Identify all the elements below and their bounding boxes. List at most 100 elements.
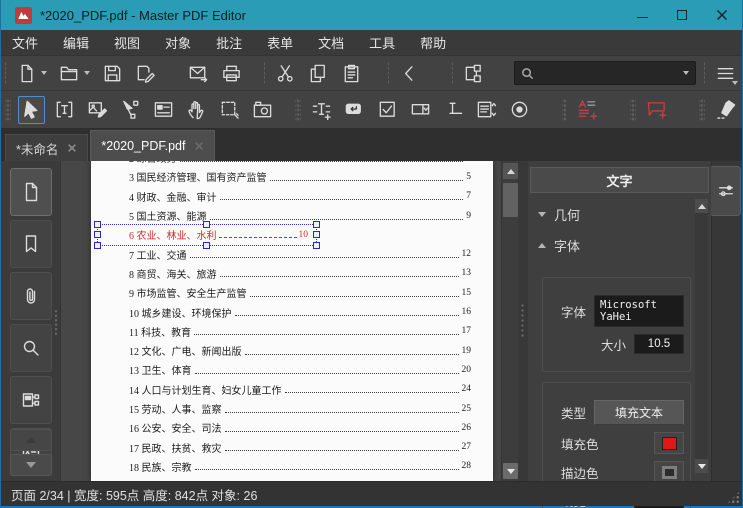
grip-handle[interactable] bbox=[452, 62, 453, 84]
back-button[interactable] bbox=[396, 59, 423, 87]
sidebar-attachments-button[interactable] bbox=[10, 272, 52, 320]
grip-handle[interactable] bbox=[704, 62, 705, 84]
toc-page-number: 16 bbox=[462, 307, 472, 317]
grip-handle[interactable] bbox=[5, 62, 6, 84]
selection-handle[interactable] bbox=[94, 231, 101, 238]
fill-color-button[interactable] bbox=[654, 432, 684, 454]
menu-item[interactable]: 文档 bbox=[311, 30, 351, 55]
panel-scroll-down-button[interactable] bbox=[695, 459, 708, 473]
add-radio-button[interactable] bbox=[506, 96, 533, 124]
menu-item[interactable]: 工具 bbox=[362, 30, 402, 55]
panel-scroll-up-button[interactable] bbox=[695, 199, 708, 213]
properties-tab[interactable] bbox=[711, 166, 741, 216]
tab-close-icon[interactable] bbox=[67, 143, 77, 153]
paste-button[interactable] bbox=[338, 59, 365, 87]
resize-grip-handle[interactable] bbox=[727, 491, 740, 504]
window-controls bbox=[622, 0, 742, 30]
annot-text-button[interactable] bbox=[574, 96, 601, 124]
selection-handle[interactable] bbox=[94, 242, 101, 249]
tab-close-icon[interactable] bbox=[194, 141, 204, 151]
cut-button[interactable] bbox=[272, 59, 299, 87]
edit-image-button[interactable] bbox=[84, 96, 111, 124]
scroll-down-button[interactable] bbox=[503, 463, 518, 479]
selected-text-object[interactable]: 6 农业、林业、水利10 bbox=[98, 225, 316, 245]
grip-handle[interactable] bbox=[506, 62, 507, 84]
minimize-button[interactable] bbox=[622, 0, 662, 30]
sidebar-scroll-up-button[interactable] bbox=[10, 429, 52, 451]
add-text-field-button[interactable] bbox=[308, 96, 335, 124]
menu-item[interactable]: 对象 bbox=[158, 30, 198, 55]
sidebar-pages-button[interactable] bbox=[10, 168, 52, 216]
copy-button[interactable] bbox=[305, 59, 332, 87]
pdf-page[interactable]: 2 综合政务33 国民经济管理、国有资产监管54 财政、金融、审计75 国土资源… bbox=[91, 161, 493, 481]
add-button-button[interactable] bbox=[341, 96, 368, 124]
add-combobox-button[interactable] bbox=[407, 96, 434, 124]
add-checkbox-button[interactable] bbox=[374, 96, 401, 124]
panel-splitter[interactable] bbox=[518, 161, 528, 481]
grip-handle[interactable] bbox=[699, 99, 705, 121]
stroke-color-button[interactable] bbox=[654, 461, 684, 483]
document-viewport[interactable]: 2 综合政务33 国民经济管理、国有资产监管54 财政、金融、审计75 国土资源… bbox=[61, 161, 518, 481]
sidebar-bookmarks-button[interactable] bbox=[10, 220, 52, 268]
scrollbar-thumb[interactable] bbox=[503, 183, 518, 217]
close-button[interactable] bbox=[702, 0, 742, 30]
snapshot-button[interactable] bbox=[249, 96, 276, 124]
search-dropdown-icon[interactable] bbox=[683, 71, 689, 75]
section-geometry[interactable]: 几何 bbox=[538, 205, 711, 224]
menu-item[interactable]: 帮助 bbox=[413, 30, 453, 55]
grip-handle[interactable] bbox=[562, 99, 568, 121]
selection-handle[interactable] bbox=[203, 242, 210, 249]
grip-handle[interactable] bbox=[178, 62, 179, 84]
add-signature-button[interactable] bbox=[440, 96, 467, 124]
font-size-field[interactable]: 10.5 bbox=[634, 334, 684, 354]
marker-button[interactable] bbox=[712, 96, 739, 124]
select-arrow-button[interactable] bbox=[18, 96, 45, 124]
sidebar-form-fields-button[interactable] bbox=[10, 376, 52, 424]
open-folder-button[interactable] bbox=[56, 59, 93, 87]
sidebar-scroll-down-button[interactable] bbox=[10, 454, 52, 476]
grip-handle[interactable] bbox=[295, 99, 301, 121]
grip-handle[interactable] bbox=[630, 99, 636, 121]
maximize-button[interactable] bbox=[662, 0, 702, 30]
document-tab[interactable]: *2020_PDF.pdf bbox=[90, 130, 215, 161]
email-send-button[interactable] bbox=[185, 59, 212, 87]
save-as-button[interactable] bbox=[132, 59, 159, 87]
page-layout-button[interactable] bbox=[460, 59, 487, 87]
sidebar-grip-handle[interactable] bbox=[54, 309, 59, 337]
section-font[interactable]: 字体 bbox=[538, 236, 711, 255]
menu-item[interactable]: 文件 bbox=[5, 30, 45, 55]
menu-item[interactable]: 批注 bbox=[209, 30, 249, 55]
selection-handle[interactable] bbox=[313, 242, 320, 249]
font-name-field[interactable]: Microsoft YaHei bbox=[594, 295, 684, 327]
panel-scrollbar[interactable] bbox=[695, 199, 708, 473]
select-area-button[interactable] bbox=[216, 96, 243, 124]
grip-handle[interactable] bbox=[388, 62, 389, 84]
dot-leader bbox=[190, 257, 459, 258]
edit-path-button[interactable] bbox=[117, 96, 144, 124]
type-dropdown[interactable]: 填充文本 bbox=[594, 400, 684, 425]
grip-handle[interactable] bbox=[5, 99, 11, 121]
document-scrollbar[interactable] bbox=[501, 161, 518, 481]
edit-text-button[interactable] bbox=[51, 96, 78, 124]
annot-callout-button[interactable] bbox=[643, 96, 670, 124]
selection-handle[interactable] bbox=[313, 231, 320, 238]
selection-handle[interactable] bbox=[94, 221, 101, 228]
menu-item[interactable]: 编辑 bbox=[56, 30, 96, 55]
scroll-up-button[interactable] bbox=[503, 163, 518, 179]
menu-item[interactable]: 表单 bbox=[260, 30, 300, 55]
selection-handle[interactable] bbox=[313, 221, 320, 228]
new-document-button[interactable] bbox=[13, 59, 50, 87]
grip-handle[interactable] bbox=[264, 62, 265, 84]
sidebar-magnifier-button[interactable] bbox=[10, 324, 52, 372]
edit-form-button[interactable] bbox=[150, 96, 177, 124]
hand-button[interactable] bbox=[183, 96, 210, 124]
print-button[interactable] bbox=[218, 59, 245, 87]
document-tab[interactable]: *未命名 bbox=[5, 134, 88, 161]
search-input[interactable] bbox=[534, 65, 679, 81]
add-listbox-button[interactable] bbox=[473, 96, 500, 124]
selection-handle[interactable] bbox=[203, 221, 210, 228]
maximize-icon bbox=[677, 10, 687, 20]
menu-bars-button[interactable] bbox=[712, 59, 739, 87]
save-button[interactable] bbox=[99, 59, 126, 87]
menu-item[interactable]: 视图 bbox=[107, 30, 147, 55]
